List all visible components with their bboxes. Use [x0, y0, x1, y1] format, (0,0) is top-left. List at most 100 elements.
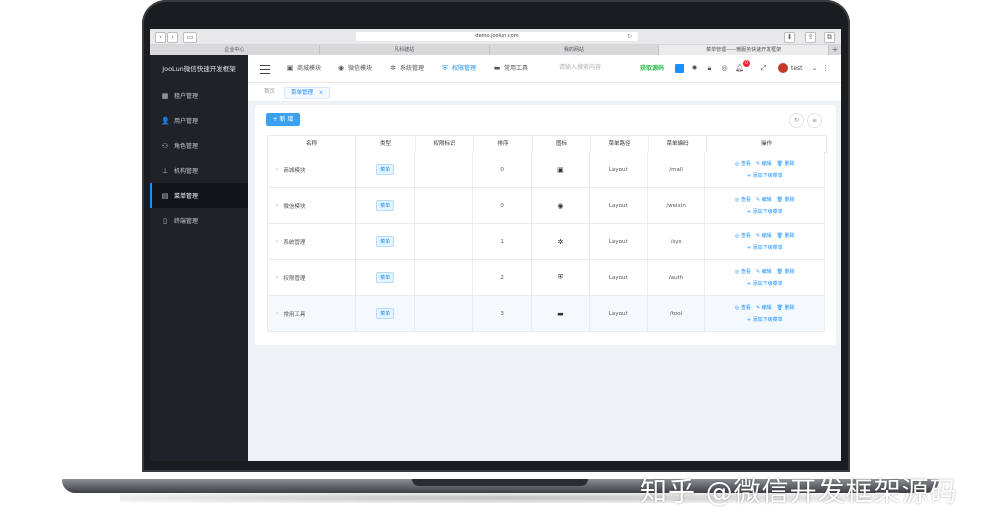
add-child-button[interactable]: + 添加下级菜单	[747, 208, 783, 215]
watermark: 知乎 @微信开发框架源码	[640, 477, 958, 508]
table-row: › 系统管理 菜单 1 ✲ Layout /sys ◎ 查看 ✎ 编辑 🗑︎ 删除…	[267, 224, 825, 260]
sidebar-item-tenant[interactable]: ▦ 租户管理	[150, 83, 248, 108]
forward-icon[interactable]: ›	[167, 32, 178, 43]
nav-permission[interactable]: ⛨ 权限管理	[441, 55, 476, 82]
username[interactable]: test	[791, 55, 803, 82]
cell-type: 菜单	[356, 296, 416, 331]
cell-icon: ▣	[532, 152, 590, 187]
view-button[interactable]: ◎ 查看	[735, 304, 751, 311]
sidebar-item-org[interactable]: ⊥ 机构管理	[150, 158, 248, 183]
sidebar-item-role[interactable]: ⚇ 角色管理	[150, 133, 248, 158]
expand-icon[interactable]: ›	[276, 166, 278, 173]
edit-button[interactable]: ✎ 编辑	[756, 304, 772, 311]
avatar[interactable]	[778, 63, 788, 73]
nav-tools[interactable]: ▬ 常用工具	[493, 55, 528, 82]
columns-icon[interactable]: ≡	[807, 113, 822, 128]
sidebar-item-label: 终端管理	[174, 218, 199, 225]
browser-tab[interactable]: 我的网站	[490, 45, 660, 55]
add-child-button[interactable]: + 添加下级菜单	[747, 244, 783, 251]
search-input[interactable]: 请输入搜索内容	[559, 63, 629, 73]
color-theme-icon[interactable]	[675, 64, 684, 73]
sidebar-item-label: 菜单管理	[174, 193, 199, 200]
share-icon[interactable]: ⇪	[805, 32, 816, 43]
delete-button[interactable]: 🗑︎ 删除	[777, 232, 795, 239]
close-icon[interactable]: ×	[319, 90, 324, 96]
cell-perm	[415, 188, 474, 223]
chevron-down-icon[interactable]: ⌄	[810, 64, 819, 73]
expand-icon[interactable]: ›	[276, 238, 278, 245]
sidebar-item-menu[interactable]: ▤ 菜单管理	[150, 183, 248, 208]
terminal-icon: ▯	[163, 216, 167, 225]
fullscreen-icon[interactable]: ⤢	[759, 64, 768, 73]
add-child-button[interactable]: + 添加下级菜单	[747, 316, 783, 323]
cell-path: Layout	[590, 188, 648, 223]
back-icon[interactable]: ‹	[155, 32, 166, 43]
browser-tab-active[interactable]: 菜单管理——微服务快速开发框架	[659, 45, 829, 55]
brand-title: JooLun微信快速开发框架	[162, 65, 236, 73]
view-label: 查看	[740, 197, 751, 203]
sidebar-item-label: 角色管理	[174, 143, 199, 150]
cell-icon: ▬	[532, 296, 590, 331]
new-tab-icon[interactable]: +	[829, 45, 841, 55]
cell-name[interactable]: › 微信模块	[268, 188, 356, 223]
view-button[interactable]: ◎ 查看	[735, 196, 751, 203]
delete-button[interactable]: 🗑︎ 删除	[777, 268, 795, 275]
lock-icon[interactable]: 🔒︎	[705, 64, 714, 73]
sidebar-item-terminal[interactable]: ▯ 终端管理	[150, 208, 248, 233]
expand-icon[interactable]: ›	[276, 202, 278, 209]
view-button[interactable]: ◎ 查看	[735, 232, 751, 239]
edit-button[interactable]: ✎ 编辑	[756, 160, 772, 167]
edit-button[interactable]: ✎ 编辑	[756, 196, 772, 203]
row-name: 商城模块	[283, 167, 306, 174]
column-header: 名称	[268, 136, 356, 152]
nav-label: 商城模块	[297, 65, 322, 72]
nav-system[interactable]: ✲ 系统管理	[389, 55, 424, 82]
delete-label: 删除	[784, 305, 795, 311]
view-button[interactable]: ◎ 查看	[735, 268, 751, 275]
add-child-button[interactable]: + 添加下级菜单	[747, 280, 783, 287]
cell-name[interactable]: › 权限管理	[268, 260, 356, 295]
nav-wechat[interactable]: ◉ 微信模块	[337, 55, 372, 82]
cell-name[interactable]: › 常用工具	[268, 296, 356, 331]
view-button[interactable]: ◎ 查看	[735, 160, 751, 167]
cell-icon: ◉	[532, 188, 590, 223]
table-row: › 商城模块 菜单 0 ▣ Layout /mall ◎ 查看 ✎ 编辑 🗑︎ 删…	[267, 152, 825, 188]
more-vertical-icon[interactable]: ⋮	[821, 64, 830, 73]
cell-sort: 0	[473, 152, 533, 187]
download-icon[interactable]: ⬇	[784, 32, 795, 43]
get-source-link[interactable]: 获取源码	[640, 55, 664, 82]
expand-icon[interactable]: ›	[276, 274, 278, 281]
sidebar-item-user[interactable]: 👤 用户管理	[150, 108, 248, 133]
add-child-button[interactable]: + 添加下级菜单	[747, 172, 783, 179]
edit-button[interactable]: ✎ 编辑	[756, 232, 772, 239]
browser-tab[interactable]: 企业中心	[150, 45, 320, 55]
eye-icon[interactable]: ◎	[720, 64, 729, 73]
nav-mall[interactable]: ▣ 商城模块	[286, 55, 321, 82]
browser-tab[interactable]: 凡科建站	[320, 45, 490, 55]
bug-icon[interactable]: ✹	[690, 64, 699, 73]
cell-sort: 1	[473, 224, 533, 259]
delete-button[interactable]: 🗑︎ 删除	[777, 160, 795, 167]
edit-label: 编辑	[761, 269, 772, 275]
tag-home[interactable]: 首页	[258, 87, 281, 97]
edit-button[interactable]: ✎ 编辑	[756, 268, 772, 275]
cell-icon: ✲	[532, 224, 590, 259]
refresh-icon[interactable]: ↻	[789, 113, 804, 128]
reload-icon[interactable]: ↻	[627, 32, 632, 41]
tag-label: 菜单管理	[291, 90, 314, 96]
delete-button[interactable]: 🗑︎ 删除	[777, 304, 795, 311]
cell-code: /mall	[648, 152, 706, 187]
sidebar-toggle-icon[interactable]: ▭	[183, 32, 197, 43]
type-tag: 菜单	[376, 164, 395, 175]
cell-name[interactable]: › 商城模块	[268, 152, 356, 187]
tag-menu-management[interactable]: 菜单管理 ×	[284, 87, 331, 99]
column-header: 操作	[760, 141, 772, 147]
delete-button[interactable]: 🗑︎ 删除	[777, 196, 795, 203]
hamburger-icon[interactable]	[260, 65, 270, 74]
shield-icon: ⛨	[557, 273, 564, 281]
address-bar[interactable]: demo.joolun.com ↻	[356, 32, 638, 41]
add-menu-button[interactable]: + 新 增	[266, 113, 300, 126]
expand-icon[interactable]: ›	[276, 310, 278, 317]
tabs-overview-icon[interactable]: ⧉	[824, 32, 835, 43]
cell-name[interactable]: › 系统管理	[268, 224, 356, 259]
